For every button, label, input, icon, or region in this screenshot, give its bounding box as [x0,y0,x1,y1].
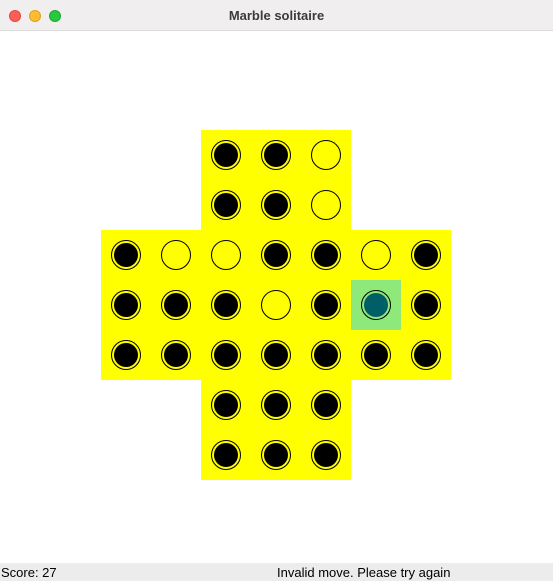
board-cell[interactable] [251,180,301,230]
marble [214,293,238,317]
board-cell[interactable] [151,330,201,380]
window-title: Marble solitaire [228,8,325,23]
hole-ring [311,140,341,170]
marble [364,343,388,367]
marble [114,243,138,267]
board-cell[interactable] [251,430,301,480]
board-cell[interactable] [301,230,351,280]
marble [264,193,288,217]
marble [264,143,288,167]
status-message: Invalid move. Please try again [277,565,451,580]
marble [214,143,238,167]
board-cell[interactable] [201,380,251,430]
marble [114,293,138,317]
board-cell[interactable] [201,230,251,280]
marble [164,343,188,367]
board-cell[interactable] [401,280,451,330]
board-cell[interactable] [251,280,301,330]
board-cell[interactable] [251,130,301,180]
marble [214,443,238,467]
board-cell[interactable] [251,330,301,380]
marble [214,193,238,217]
board-cell[interactable] [301,180,351,230]
board-cell[interactable] [251,230,301,280]
board-cell[interactable] [351,330,401,380]
board-cell[interactable] [301,380,351,430]
hole-ring [361,240,391,270]
board-cell[interactable] [301,430,351,480]
board-cell[interactable] [201,330,251,380]
marble [264,393,288,417]
board-cell[interactable] [251,380,301,430]
marble [414,343,438,367]
hole-ring [311,190,341,220]
marble [214,343,238,367]
marble [414,293,438,317]
board-cell[interactable] [301,330,351,380]
marble [214,393,238,417]
marble [264,343,288,367]
marble [314,393,338,417]
marble [164,293,188,317]
marble [314,293,338,317]
marble [414,243,438,267]
title-bar: Marble solitaire [0,0,553,31]
board-cell[interactable] [201,130,251,180]
score-label: Score: 27 [1,565,57,580]
hole-ring [261,290,291,320]
board-cell[interactable] [301,280,351,330]
board-cell[interactable] [201,430,251,480]
selected-marble [364,293,388,317]
board-cell[interactable] [201,280,251,330]
board-cell[interactable] [401,230,451,280]
board-cell[interactable] [151,280,201,330]
board-cell[interactable] [201,180,251,230]
board-cell[interactable] [301,130,351,180]
board-cell[interactable] [401,330,451,380]
marble [314,443,338,467]
board-cell[interactable] [101,280,151,330]
marble [314,343,338,367]
board-cell[interactable] [151,230,201,280]
hole-ring [211,240,241,270]
game-board [0,31,553,563]
board-cell-selected[interactable] [351,280,401,330]
marble [314,243,338,267]
hole-ring [161,240,191,270]
board-cell[interactable] [101,330,151,380]
board-cell[interactable] [351,230,401,280]
board-cell[interactable] [101,230,151,280]
status-bar: Score: 27 Invalid move. Please try again [0,563,553,581]
marble [114,343,138,367]
app-window: Marble solitaire Score: 27 Invalid move.… [0,0,553,581]
marble [264,243,288,267]
marble [264,443,288,467]
